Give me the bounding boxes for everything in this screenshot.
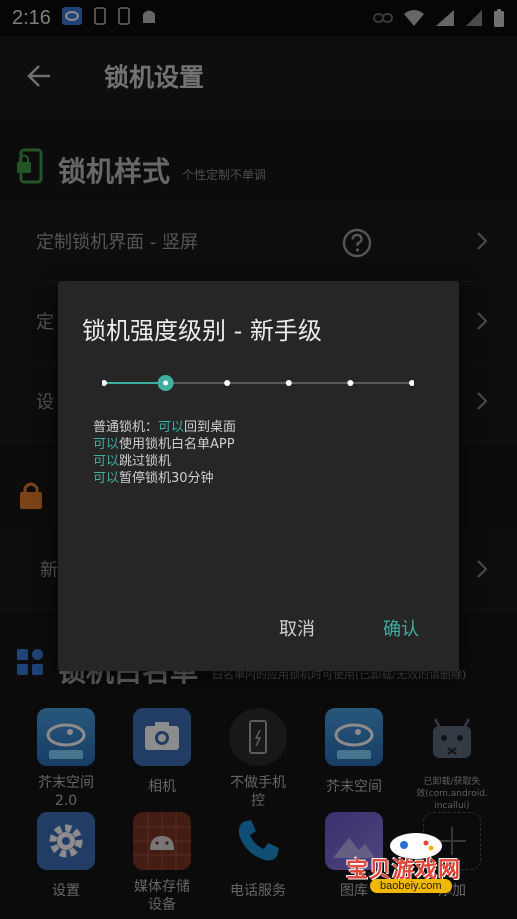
cancel-button[interactable]: 取消 [279, 615, 315, 641]
lock-level-slider[interactable] [102, 373, 414, 393]
desc-text: 使用锁机白名单APP [119, 437, 235, 452]
slider-tick[interactable] [409, 380, 414, 386]
desc-text: 回到桌面 [184, 420, 237, 435]
slider-thumb-center [163, 380, 169, 386]
desc-highlight: 可以 [93, 437, 120, 452]
desc-prefix: 普通锁机： [93, 420, 159, 435]
desc-text: 暂停锁机30分钟 [119, 471, 214, 486]
lock-level-description: 普通锁机：可以回到桌面 可以使用锁机白名单APP 可以跳过锁机 可以暂停锁机30… [93, 419, 236, 487]
dialog-title: 锁机强度级别 - 新手级 [82, 317, 322, 345]
desc-highlight: 可以 [93, 471, 120, 486]
slider-tick[interactable] [102, 380, 107, 386]
slider-tick[interactable] [347, 380, 354, 386]
desc-line: 普通锁机：可以回到桌面 [93, 419, 236, 436]
slider-tick[interactable] [285, 380, 292, 386]
confirm-button[interactable]: 确认 [383, 615, 419, 641]
desc-line: 可以使用锁机白名单APP [93, 436, 236, 453]
lock-level-dialog: 锁机强度级别 - 新手级 普通锁机：可以回到桌面 可以使用锁机白名单APP 可以… [58, 281, 459, 671]
desc-line: 可以跳过锁机 [93, 453, 236, 470]
desc-highlight: 可以 [158, 420, 185, 435]
slider-tick[interactable] [224, 380, 231, 386]
desc-highlight: 可以 [93, 454, 120, 469]
desc-line: 可以暂停锁机30分钟 [93, 470, 236, 487]
desc-text: 跳过锁机 [119, 454, 172, 469]
watermark: 宝贝游戏网 baobeiy.com [338, 826, 513, 902]
watermark-url: baobeiy.com [370, 879, 452, 893]
